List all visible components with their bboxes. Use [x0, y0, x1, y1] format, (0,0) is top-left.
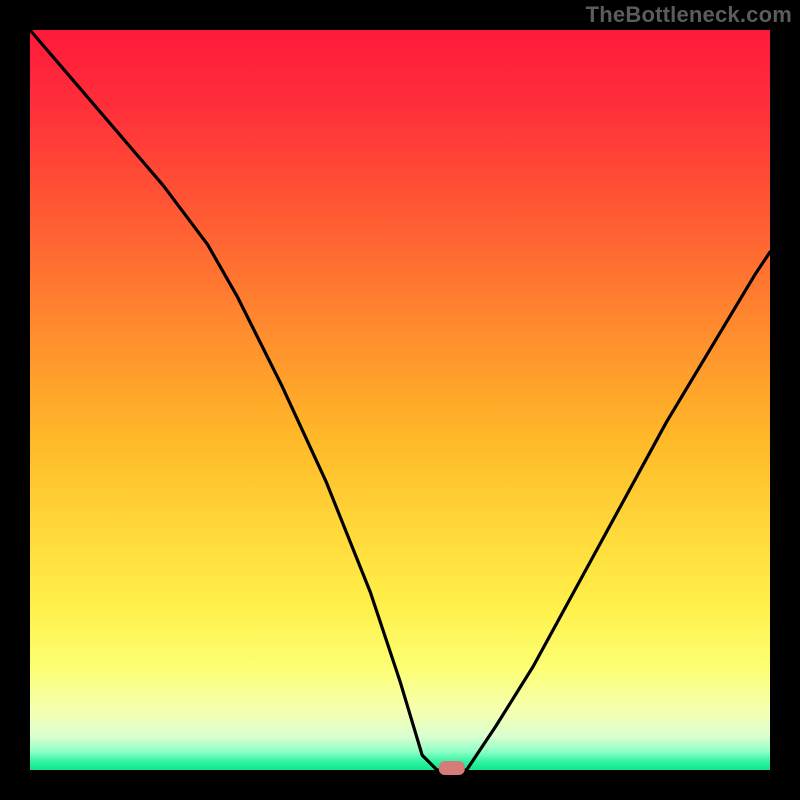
- min-marker: [439, 761, 465, 775]
- watermark-text: TheBottleneck.com: [586, 2, 792, 28]
- chart-svg: [0, 0, 800, 800]
- plot-background: [30, 30, 770, 770]
